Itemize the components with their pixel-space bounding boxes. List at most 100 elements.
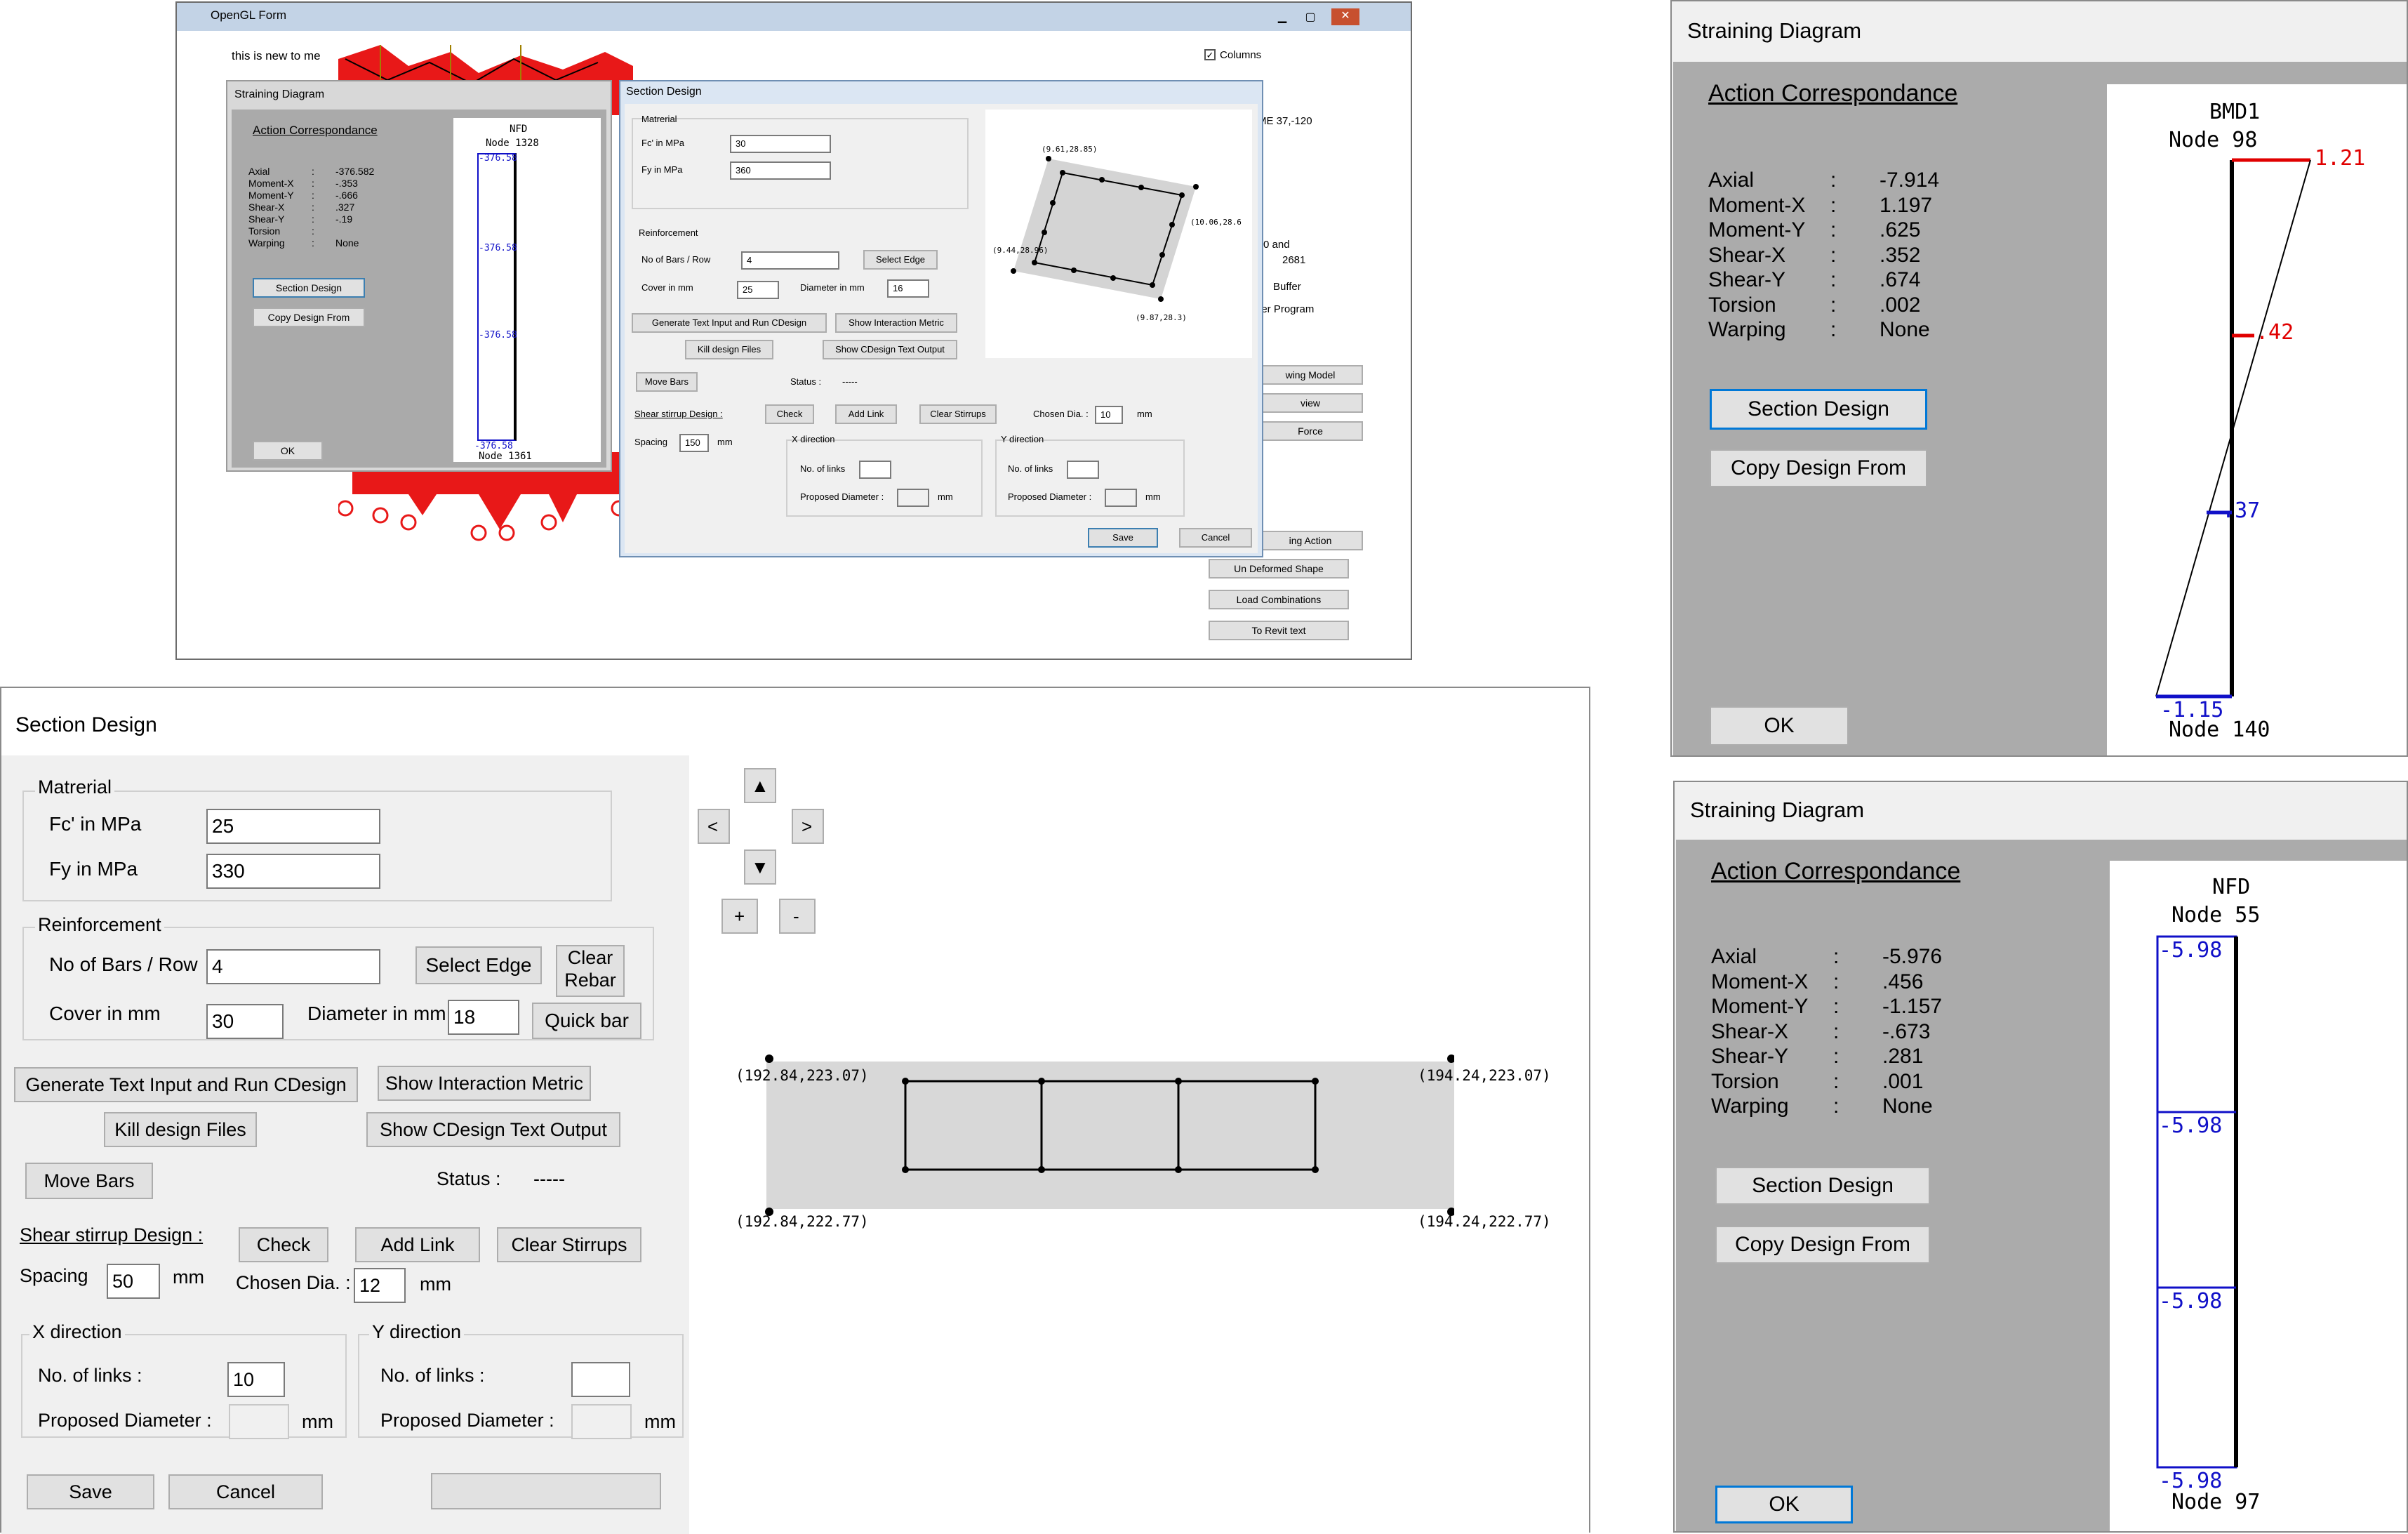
bmd-section-design-button[interactable]: Section Design xyxy=(1710,389,1927,430)
y-no-links-input[interactable] xyxy=(571,1362,630,1397)
thumb-right-button-3[interactable]: ing Action xyxy=(1258,531,1363,550)
cancel-button[interactable]: Cancel xyxy=(168,1474,323,1509)
thumb-x-proposed-label: Proposed Diameter : xyxy=(800,491,884,502)
thumb-chosen-input[interactable]: 10 xyxy=(1095,406,1123,424)
thumb-save-button[interactable]: Save xyxy=(1088,528,1158,548)
thumb-show-output-button[interactable]: Show CDesign Text Output xyxy=(823,340,957,359)
thumb-bars-input[interactable]: 4 xyxy=(741,251,839,270)
action-row-label: Shear-Y xyxy=(248,213,285,225)
thumb-ok-button[interactable]: OK xyxy=(253,441,323,461)
cover-input[interactable]: 30 xyxy=(206,1004,284,1039)
bmd-body: Action Correspondance Axial: -7.914 Moment… xyxy=(1673,62,2407,755)
move-up-button[interactable]: ▲ xyxy=(744,768,776,803)
save-button[interactable]: Save xyxy=(27,1474,154,1509)
thumb-x-proposed-mm: mm xyxy=(938,491,953,502)
nfd-node-bottom: Node 97 xyxy=(2171,1490,2261,1514)
thumb-y-direction: Y direction xyxy=(1001,434,1044,444)
move-left-button[interactable]: < xyxy=(698,809,730,844)
move-right-button[interactable]: > xyxy=(792,809,824,844)
thumb-dia-input[interactable]: 16 xyxy=(887,279,929,298)
action-row-colon: : xyxy=(1833,970,1840,993)
fy-input[interactable]: 330 xyxy=(206,854,380,889)
nfd-copy-design-button[interactable]: Copy Design From xyxy=(1715,1226,1930,1264)
bmd-node-bottom: Node 140 xyxy=(2169,718,2270,742)
select-edge-button[interactable]: Select Edge xyxy=(415,946,542,984)
thumb-right-button-4[interactable]: Un Deformed Shape xyxy=(1209,559,1349,578)
thumb-kill-button[interactable]: Kill design Files xyxy=(685,340,773,359)
x-no-links-input[interactable]: 10 xyxy=(227,1362,285,1397)
check-button[interactable]: Check xyxy=(239,1227,328,1262)
minimize-icon[interactable]: ▁ xyxy=(1272,10,1293,24)
action-row-value: -7.914 xyxy=(1880,168,1940,192)
thumb-y-proposed-input[interactable] xyxy=(1105,489,1137,507)
bmd-ok-button[interactable]: OK xyxy=(1710,706,1849,746)
fc-input[interactable]: 25 xyxy=(206,809,380,844)
add-link-button[interactable]: Add Link xyxy=(355,1227,480,1262)
thumb-select-edge-button[interactable]: Select Edge xyxy=(863,250,938,270)
diameter-input[interactable]: 18 xyxy=(448,1000,519,1035)
close-icon[interactable]: ✕ xyxy=(1331,8,1359,25)
kill-design-files-button[interactable]: Kill design Files xyxy=(104,1112,257,1147)
thumb-straining-body: Action Correspondance Axial: -376.582 Mome… xyxy=(232,110,606,468)
thumb-cover-input[interactable]: 25 xyxy=(737,281,779,299)
move-bars-button[interactable]: Move Bars xyxy=(25,1163,153,1199)
nfd-ok-button[interactable]: OK xyxy=(1715,1486,1853,1523)
thumb-section-body: Matrerial Fc' in MPa 30 Fy in MPa 360 Re… xyxy=(625,104,1258,553)
clear-rebar-button[interactable]: Clear Rebar xyxy=(556,945,625,997)
quick-bar-button[interactable]: Quick bar xyxy=(532,1003,641,1039)
thumb-fc-input[interactable]: 30 xyxy=(730,135,831,153)
show-interaction-metric-button[interactable]: Show Interaction Metric xyxy=(378,1066,591,1101)
thumb-right-button-2[interactable]: Force xyxy=(1258,421,1363,441)
straining-nfd-window: Straining Diagram Action Correspondance … xyxy=(1673,781,2408,1533)
thumb-cancel-button[interactable]: Cancel xyxy=(1179,528,1252,548)
left-arrow-icon: < xyxy=(707,816,719,837)
thumb-fy-input[interactable]: 360 xyxy=(730,161,831,180)
maximize-icon[interactable]: ▢ xyxy=(1300,10,1321,24)
blank-button[interactable] xyxy=(431,1473,661,1509)
spacing-input[interactable]: 50 xyxy=(107,1264,160,1299)
thumb-x-proposed-input[interactable] xyxy=(897,489,929,507)
move-down-button[interactable]: ▼ xyxy=(744,849,776,885)
thumb-y-proposed-label: Proposed Diameter : xyxy=(1008,491,1092,502)
thumb-clear-stirrups-button[interactable]: Clear Stirrups xyxy=(919,404,997,424)
thumb-add-link-button[interactable]: Add Link xyxy=(835,404,897,424)
action-row-value: -.19 xyxy=(335,213,353,225)
thumb-right-button-0[interactable]: wing Model xyxy=(1258,365,1363,385)
thumb-check-button[interactable]: Check xyxy=(765,404,814,424)
chosen-dia-mm: mm xyxy=(420,1274,451,1295)
coord-top-right: (194.24,223.07) xyxy=(1418,1067,1551,1084)
action-row-colon: : xyxy=(1833,1069,1840,1093)
thumb-x-nlinks-input[interactable] xyxy=(859,461,891,479)
columns-checkbox[interactable]: ✓ xyxy=(1204,49,1216,60)
show-cdesign-output-button[interactable]: Show CDesign Text Output xyxy=(366,1112,620,1147)
thumb-move-bars-button[interactable]: Move Bars xyxy=(636,372,698,392)
generate-cdesign-button[interactable]: Generate Text Input and Run CDesign xyxy=(14,1067,358,1102)
thumb-right-button-5[interactable]: Load Combinations xyxy=(1209,590,1349,609)
coord-bottom-right: (194.24,222.77) xyxy=(1418,1213,1551,1230)
x-proposed-input[interactable] xyxy=(229,1404,289,1439)
thumb-copy-design-button[interactable]: Copy Design From xyxy=(253,308,365,327)
action-row-colon: : xyxy=(312,190,314,201)
thumb-right-button-6[interactable]: To Revit text xyxy=(1209,621,1349,640)
clear-stirrups-button[interactable]: Clear Stirrups xyxy=(497,1227,641,1262)
thumb-right-button-1[interactable]: view xyxy=(1258,393,1363,413)
thumb-spacing-input[interactable]: 150 xyxy=(679,434,709,452)
thumb-y-nlinks-label: No. of links xyxy=(1008,463,1053,474)
action-row-value: .456 xyxy=(1882,970,1924,993)
thumb-section-design-button[interactable]: Section Design xyxy=(253,278,365,298)
thumb-y-nlinks-input[interactable] xyxy=(1067,461,1099,479)
bmd-value-3: -.37 xyxy=(2209,498,2261,523)
action-row-label: Moment-X xyxy=(1708,193,1806,217)
thumb-show-interaction-button[interactable]: Show Interaction Metric xyxy=(835,313,957,333)
action-row-label: Warping xyxy=(248,237,285,249)
zoom-in-button[interactable]: + xyxy=(721,899,758,934)
thumb-chosen-mm: mm xyxy=(1137,409,1152,419)
thumb-generate-button[interactable]: Generate Text Input and Run CDesign xyxy=(632,313,827,333)
bmd-copy-design-button[interactable]: Copy Design From xyxy=(1710,449,1927,487)
bars-input[interactable]: 4 xyxy=(206,949,380,984)
nfd-section-design-button[interactable]: Section Design xyxy=(1715,1167,1930,1205)
chosen-dia-input[interactable]: 12 xyxy=(354,1268,406,1303)
y-proposed-input[interactable] xyxy=(571,1404,632,1439)
zoom-out-button[interactable]: - xyxy=(779,899,816,934)
bmd-window-title: Straining Diagram xyxy=(1687,18,1862,43)
